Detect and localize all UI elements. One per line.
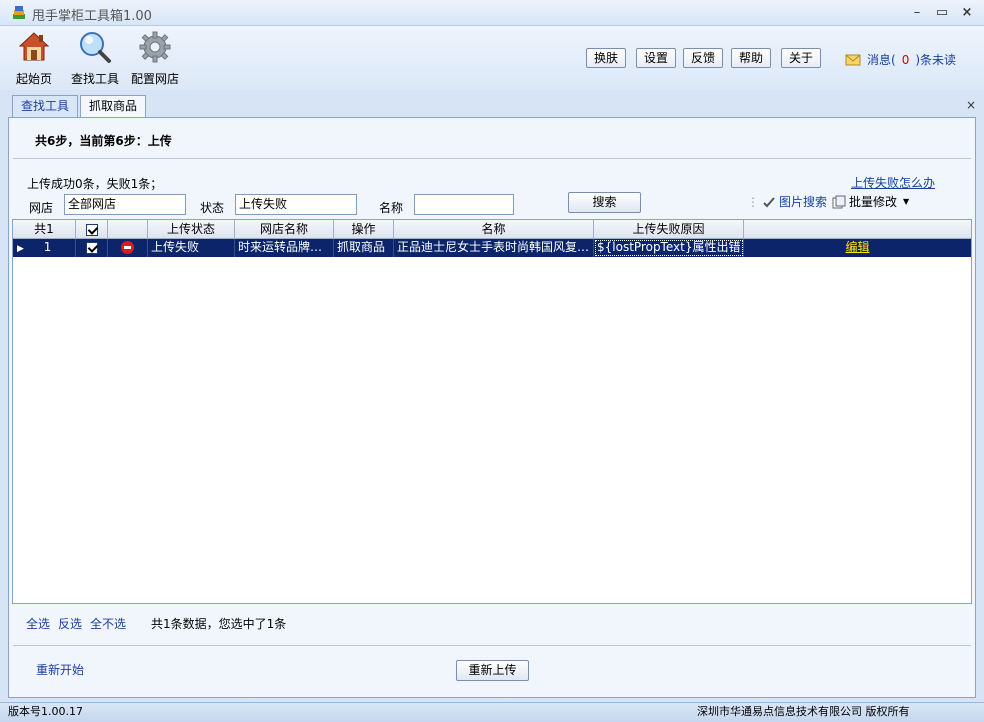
about-button[interactable]: 关于 [781,48,822,68]
message-prefix: 消息( [867,53,896,67]
header-operation[interactable]: 操作 [334,220,394,239]
tool-configure-shop[interactable]: 配置网店 [131,30,179,87]
home-icon [18,32,50,61]
image-search-label: 图片搜索 [779,195,828,209]
help-button[interactable]: 帮助 [731,48,772,68]
tool-configure-shop-label: 配置网店 [131,72,180,86]
status-filter-label: 状态 [200,201,225,215]
maximize-button[interactable]: ▭ [933,4,951,22]
row-pointer-icon: ▶ [17,244,24,254]
skin-button[interactable]: 换肤 [586,48,627,68]
upload-summary: 上传成功0条，失败1条； [27,177,163,191]
shop-filter-input[interactable]: 全部网店 [64,194,186,215]
row-index: 1 [43,240,52,254]
status-filter-input[interactable]: 上传失败 [235,194,357,215]
checkbox-icon [85,223,98,236]
image-search-button[interactable]: ⋮ 图片搜索 [747,193,827,210]
header-action [744,220,971,239]
reupload-button[interactable]: 重新上传 [456,660,529,681]
magnifier-icon [80,32,111,63]
table-row[interactable]: ▶ 1 上传失败 时来运转品牌… 抓取商品 正品迪士尼女士手表时尚韩国风复… $… [13,239,971,257]
selection-info: 共1条数据，您选中了1条 [151,617,287,631]
divider [13,158,971,159]
header-name[interactable]: 名称 [394,220,594,239]
row-checkbox[interactable] [76,239,108,257]
row-action-cell: 编辑 [744,239,971,257]
tool-home[interactable]: 起始页 [16,30,52,87]
header-upload-status[interactable]: 上传状态 [148,220,235,239]
title-bar: 甩手掌柜工具箱1.00 – ▭ × [0,0,984,26]
copyright-label: 深圳市华通易点信息技术有限公司 版权所有 [697,705,910,718]
divider [13,645,971,646]
message-suffix: )条未读 [915,53,957,67]
checkbox-icon [85,241,98,254]
tool-find-label: 查找工具 [71,72,120,86]
gear-icon [139,31,171,63]
restart-link[interactable]: 重新开始 [36,661,84,678]
select-all-link[interactable]: 全选 [26,615,50,632]
name-filter-label: 名称 [379,201,404,215]
grid-header: 共1 上传状态 网店名称 操作 名称 上传失败原因 [13,220,971,239]
chevron-down-icon: ▼ [903,197,910,206]
grab-products-panel: 共6步，当前第6步：上传 上传成功0条，失败1条； 上传失败怎么办 网店 全部网… [8,117,976,698]
name-filter-input[interactable] [414,194,514,215]
header-count: 共1 [13,220,76,239]
row-upload-status: 上传失败 [148,239,235,257]
batch-edit-label: 批量修改 [849,195,898,209]
shop-filter-label: 网店 [29,201,54,215]
header-select-all[interactable] [76,220,108,239]
close-window-button[interactable]: × [958,4,976,22]
select-none-link[interactable]: 全不选 [90,615,126,632]
error-stop-icon [121,241,134,254]
selection-links: 全选 反选 全不选 [26,615,126,632]
header-failure-reason[interactable]: 上传失败原因 [594,220,744,239]
row-failure-reason: ${lostPropText}属性出错 [594,239,744,257]
image-search-icon [763,196,775,207]
tab-grab-products[interactable]: 抓取商品 [80,95,147,118]
row-indicator: ▶ 1 [13,239,76,257]
search-button[interactable]: 搜索 [568,192,641,213]
tab-find-tool[interactable]: 查找工具 [12,95,79,117]
batch-edit-icon [832,195,846,208]
header-shop-name[interactable]: 网店名称 [235,220,334,239]
row-operation: 抓取商品 [334,239,394,257]
close-tab-button[interactable]: × [966,98,976,112]
tool-find[interactable]: 查找工具 [71,30,119,87]
batch-edit-dropdown[interactable]: 批量修改 ▼ [827,191,914,212]
message-count: 0 [901,52,910,67]
edit-link[interactable]: 编辑 [845,240,869,254]
row-product-name: 正品迪士尼女士手表时尚韩国风复… [394,239,594,257]
feedback-button[interactable]: 反馈 [683,48,724,68]
settings-button[interactable]: 设置 [636,48,677,68]
upload-failure-help-link[interactable]: 上传失败怎么办 [851,174,935,191]
window-title: 甩手掌柜工具箱1.00 [32,9,152,24]
invert-selection-link[interactable]: 反选 [58,615,82,632]
row-status-icon-cell [108,239,148,257]
tool-home-label: 起始页 [16,72,53,86]
main-toolbar: 起始页 查找工具 配置网店 换肤 设置 反馈 帮助 关于 消息(0)条未读 [0,26,984,90]
header-icon-column [108,220,148,239]
minimize-button[interactable]: – [908,4,926,22]
message-indicator[interactable]: 消息( 0 )条未读 [845,51,956,68]
version-label: 版本号1.00.17 [8,705,83,718]
row-shop-name: 时来运转品牌… [235,239,334,257]
envelope-icon [845,54,861,65]
status-bar: 版本号1.00.17 深圳市华通易点信息技术有限公司 版权所有 [0,702,984,722]
toolbar-grip: ⋮ [747,194,759,209]
tab-strip: 查找工具 抓取商品 [12,95,148,118]
step-indicator: 共6步，当前第6步：上传 [35,134,172,148]
app-logo-icon [13,6,25,19]
product-grid: 共1 上传状态 网店名称 操作 名称 上传失败原因 ▶ 1 上传失败 时来运转品… [12,219,972,604]
